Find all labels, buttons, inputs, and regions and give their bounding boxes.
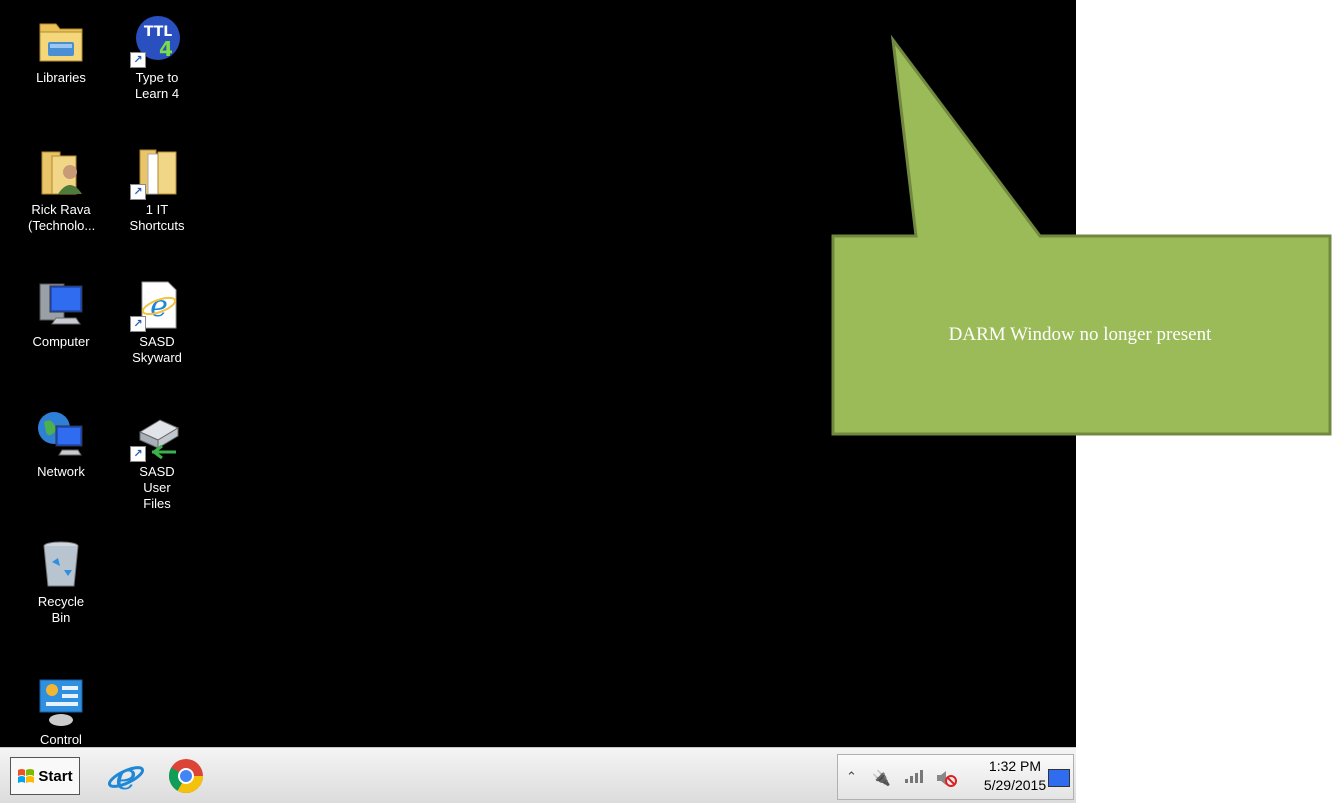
desktop-icon-user-folder[interactable]: Rick Rava (Technolo...: [28, 146, 96, 234]
desktop-icon-label: Recycle Bin: [37, 594, 85, 625]
desktop-icon-label: Network: [37, 464, 85, 479]
windows-logo-icon: [18, 769, 35, 783]
start-label: Start: [38, 767, 73, 785]
desktop-icon-label: SASD User Files: [139, 464, 175, 511]
desktop-icon-libraries[interactable]: Libraries: [28, 14, 94, 86]
desktop-icon-label: Control: [40, 732, 82, 747]
desktop-icon-control-panel[interactable]: Control: [28, 676, 94, 747]
desktop-icon-it-shortcuts[interactable]: ↗ 1 IT Shortcuts: [124, 146, 190, 234]
shortcut-arrow-icon: ↗: [130, 184, 146, 200]
shortcut-arrow-icon: ↗: [130, 52, 146, 68]
svg-text:e: e: [150, 289, 168, 324]
system-tray: ⌃ 🔌 1:32 PM 5/29/2015: [837, 754, 1074, 800]
start-button[interactable]: Start: [10, 757, 80, 795]
desktop-icon-label: SASD Skyward: [132, 334, 182, 365]
folder-icon: ↗: [130, 146, 182, 200]
svg-text:e: e: [115, 757, 136, 796]
show-desktop-icon[interactable]: [1048, 769, 1070, 787]
desktop-icon-label: Rick Rava (Technolo...: [28, 202, 96, 233]
internet-explorer-icon: e ↗: [130, 278, 182, 332]
show-hidden-icons-chevron-icon[interactable]: ⌃: [846, 770, 857, 785]
taskbar-internet-explorer[interactable]: e: [106, 756, 146, 798]
type-to-learn-icon: TTL 4 ↗: [130, 14, 182, 68]
taskbar: Start e ⌃ 🔌 1:32 PM 5/29/2015: [0, 747, 1076, 803]
network-drive-icon: ↗: [130, 408, 182, 462]
libraries-icon: [36, 14, 86, 64]
internet-explorer-icon: e: [107, 757, 145, 798]
clock[interactable]: 1:32 PM 5/29/2015: [980, 757, 1050, 795]
computer-icon: [36, 278, 86, 328]
desktop-icon-label: Type to Learn 4: [134, 70, 180, 101]
desktop-icon-label: 1 IT Shortcuts: [129, 202, 185, 233]
volume-muted-icon[interactable]: [935, 769, 957, 791]
desktop-icon-network[interactable]: Network: [28, 408, 94, 480]
shortcut-arrow-icon: ↗: [130, 316, 146, 332]
control-panel-icon: [36, 676, 86, 726]
shortcut-arrow-icon: ↗: [130, 446, 146, 462]
clock-date: 5/29/2015: [983, 777, 1047, 793]
svg-text:4: 4: [159, 37, 173, 61]
network-icon: [36, 408, 86, 458]
callout-text: DARM Window no longer present: [948, 324, 1212, 345]
chrome-icon: [169, 759, 203, 793]
desktop-icon-recycle-bin[interactable]: Recycle Bin: [28, 538, 94, 626]
user-folder-icon: [36, 146, 86, 196]
network-signal-icon[interactable]: [904, 769, 924, 787]
power-plug-icon[interactable]: 🔌: [872, 769, 891, 787]
desktop-icon-label: Libraries: [36, 70, 86, 85]
desktop-icon-sasd-skyward[interactable]: e ↗ SASD Skyward: [124, 278, 190, 366]
taskbar-chrome[interactable]: [166, 756, 206, 796]
recycle-bin-icon: [36, 538, 86, 588]
desktop-icon-computer[interactable]: Computer: [28, 278, 94, 350]
desktop-icon-type-to-learn[interactable]: TTL 4 ↗ Type to Learn 4: [124, 14, 190, 102]
desktop-icon-label: Computer: [32, 334, 90, 349]
clock-time: 1:32 PM: [988, 758, 1042, 774]
desktop-icon-sasd-user-files[interactable]: ↗ SASD User Files: [124, 408, 190, 512]
